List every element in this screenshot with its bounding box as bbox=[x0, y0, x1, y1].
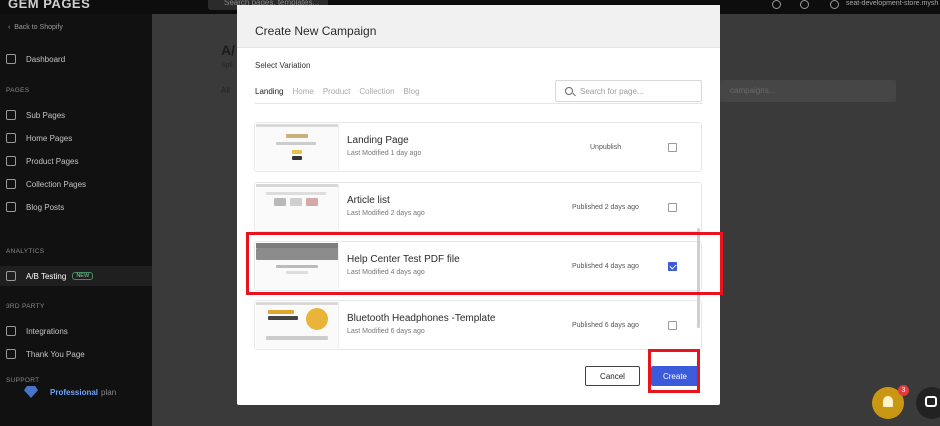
list-item[interactable]: Landing Page Last Modified 1 day ago Unp… bbox=[254, 122, 702, 172]
plan-indicator[interactable]: Professional plan bbox=[24, 386, 116, 398]
sidebar-item-product-pages[interactable]: Product Pages bbox=[6, 156, 78, 166]
diamond-icon bbox=[24, 386, 38, 398]
grid-icon bbox=[6, 179, 16, 189]
sidebar-item-sub-pages[interactable]: Sub Pages bbox=[6, 110, 65, 120]
select-checkbox[interactable] bbox=[668, 203, 677, 212]
tab-product[interactable]: Product bbox=[323, 87, 351, 104]
page-list: Landing Page Last Modified 1 day ago Unp… bbox=[254, 122, 702, 352]
last-modified: Last Modified 6 days ago bbox=[347, 328, 425, 335]
back-label: Back to Shopify bbox=[14, 24, 63, 31]
sidebar-item-ab-testing[interactable]: A/B Testing NEW bbox=[0, 266, 152, 286]
back-to-shopify-link[interactable]: ‹ Back to Shopify bbox=[8, 24, 63, 31]
search-icon bbox=[565, 87, 573, 95]
page-title: A/ bbox=[221, 42, 235, 58]
sidebar-item-label: Integrations bbox=[26, 326, 68, 336]
plan-name: Professional bbox=[50, 387, 99, 397]
tab-collection[interactable]: Collection bbox=[359, 87, 394, 104]
list-item[interactable]: Help Center Test PDF file Last Modified … bbox=[254, 241, 702, 291]
bell-icon bbox=[883, 396, 893, 407]
status-badge: Unpublish bbox=[590, 144, 622, 151]
page-subtitle: Spli bbox=[221, 62, 233, 69]
store-name[interactable]: seat-development-store.mysh bbox=[846, 0, 938, 7]
page-thumbnail bbox=[256, 302, 339, 348]
tab-home[interactable]: Home bbox=[292, 87, 313, 104]
create-campaign-modal: Create New Campaign Select Variation Lan… bbox=[237, 5, 720, 405]
tag-icon bbox=[6, 156, 16, 166]
page-search-input[interactable]: Search for page... bbox=[555, 80, 702, 102]
tab-blog[interactable]: Blog bbox=[404, 87, 420, 104]
page-title: Help Center Test PDF file bbox=[347, 254, 460, 265]
campaign-search-input[interactable]: campaigns... bbox=[720, 80, 896, 102]
sidebar-item-collection-pages[interactable]: Collection Pages bbox=[6, 179, 86, 189]
file-icon bbox=[6, 110, 16, 120]
sidebar-item-home-pages[interactable]: Home Pages bbox=[6, 133, 72, 143]
search-placeholder: Search for page... bbox=[580, 86, 644, 96]
page-thumbnail bbox=[256, 124, 339, 170]
last-modified: Last Modified 4 days ago bbox=[347, 269, 425, 276]
modal-title: Create New Campaign bbox=[255, 24, 377, 38]
section-analytics: ANALYTICS bbox=[6, 248, 45, 255]
sidebar-item-dashboard[interactable]: Dashboard bbox=[6, 54, 65, 64]
status-badge: Published 2 days ago bbox=[572, 204, 639, 211]
select-checkbox[interactable] bbox=[668, 143, 677, 152]
sidebar-item-label: A/B Testing bbox=[26, 271, 67, 281]
section-3rd-party: 3RD PARTY bbox=[6, 303, 45, 310]
select-variation-label: Select Variation bbox=[255, 61, 311, 70]
heart-icon bbox=[6, 349, 16, 359]
page-title: Landing Page bbox=[347, 135, 409, 146]
pencil-icon bbox=[6, 202, 16, 212]
sidebar-item-label: Thank You Page bbox=[26, 349, 85, 359]
notification-button[interactable]: 3 bbox=[872, 385, 909, 419]
variation-tabs: Landing Home Product Collection Blog bbox=[255, 87, 420, 104]
sidebar-item-label: Dashboard bbox=[26, 54, 66, 64]
list-scrollbar[interactable] bbox=[697, 228, 700, 328]
page-thumbnail bbox=[256, 184, 339, 230]
tab-landing[interactable]: Landing bbox=[255, 87, 284, 104]
chat-icon bbox=[925, 396, 937, 407]
section-support: SUPPORT bbox=[6, 377, 40, 384]
sidebar-item-label: Home Pages bbox=[26, 133, 73, 143]
dashboard-icon bbox=[6, 54, 16, 64]
page-thumbnail bbox=[256, 243, 339, 289]
sidebar-item-label: Blog Posts bbox=[26, 202, 65, 212]
last-modified: Last Modified 1 day ago bbox=[347, 150, 422, 157]
chat-button[interactable] bbox=[916, 387, 940, 419]
cancel-button[interactable]: Cancel bbox=[585, 366, 640, 386]
sidebar-item-label: Sub Pages bbox=[26, 110, 66, 120]
chart-icon bbox=[6, 271, 16, 281]
sidebar-item-label: Product Pages bbox=[26, 156, 79, 166]
modal-header: Create New Campaign bbox=[237, 5, 720, 48]
notification-count: 3 bbox=[898, 385, 909, 396]
page-title: Article list bbox=[347, 195, 390, 206]
home-icon bbox=[6, 133, 16, 143]
sidebar-item-blog-posts[interactable]: Blog Posts bbox=[6, 202, 64, 212]
share-icon bbox=[6, 326, 16, 336]
tab-divider bbox=[255, 103, 703, 104]
plan-suffix: plan bbox=[101, 387, 117, 397]
create-button[interactable]: Create bbox=[651, 366, 699, 386]
section-pages: PAGES bbox=[6, 87, 30, 94]
sidebar-item-label: Collection Pages bbox=[26, 179, 87, 189]
status-badge: Published 6 days ago bbox=[572, 322, 639, 329]
user-icon[interactable] bbox=[830, 0, 839, 9]
sidebar: ‹ Back to Shopify Dashboard PAGES Sub Pa… bbox=[0, 14, 152, 426]
tab-all[interactable]: All bbox=[221, 86, 230, 95]
help-icon[interactable] bbox=[772, 0, 781, 9]
last-modified: Last Modified 2 days ago bbox=[347, 210, 425, 217]
list-item[interactable]: Article list Last Modified 2 days ago Pu… bbox=[254, 182, 702, 232]
status-badge: Published 4 days ago bbox=[572, 263, 639, 270]
list-item[interactable]: Bluetooth Headphones -Template Last Modi… bbox=[254, 300, 702, 350]
sidebar-item-thank-you-page[interactable]: Thank You Page bbox=[6, 349, 85, 359]
page-title: Bluetooth Headphones -Template bbox=[347, 313, 496, 324]
select-checkbox-checked[interactable] bbox=[668, 262, 677, 271]
new-badge: NEW bbox=[72, 272, 94, 280]
sidebar-item-integrations[interactable]: Integrations bbox=[6, 326, 68, 336]
bell-icon[interactable] bbox=[800, 0, 809, 9]
app-logo: GEM PAGES bbox=[8, 0, 91, 11]
select-checkbox[interactable] bbox=[668, 321, 677, 330]
